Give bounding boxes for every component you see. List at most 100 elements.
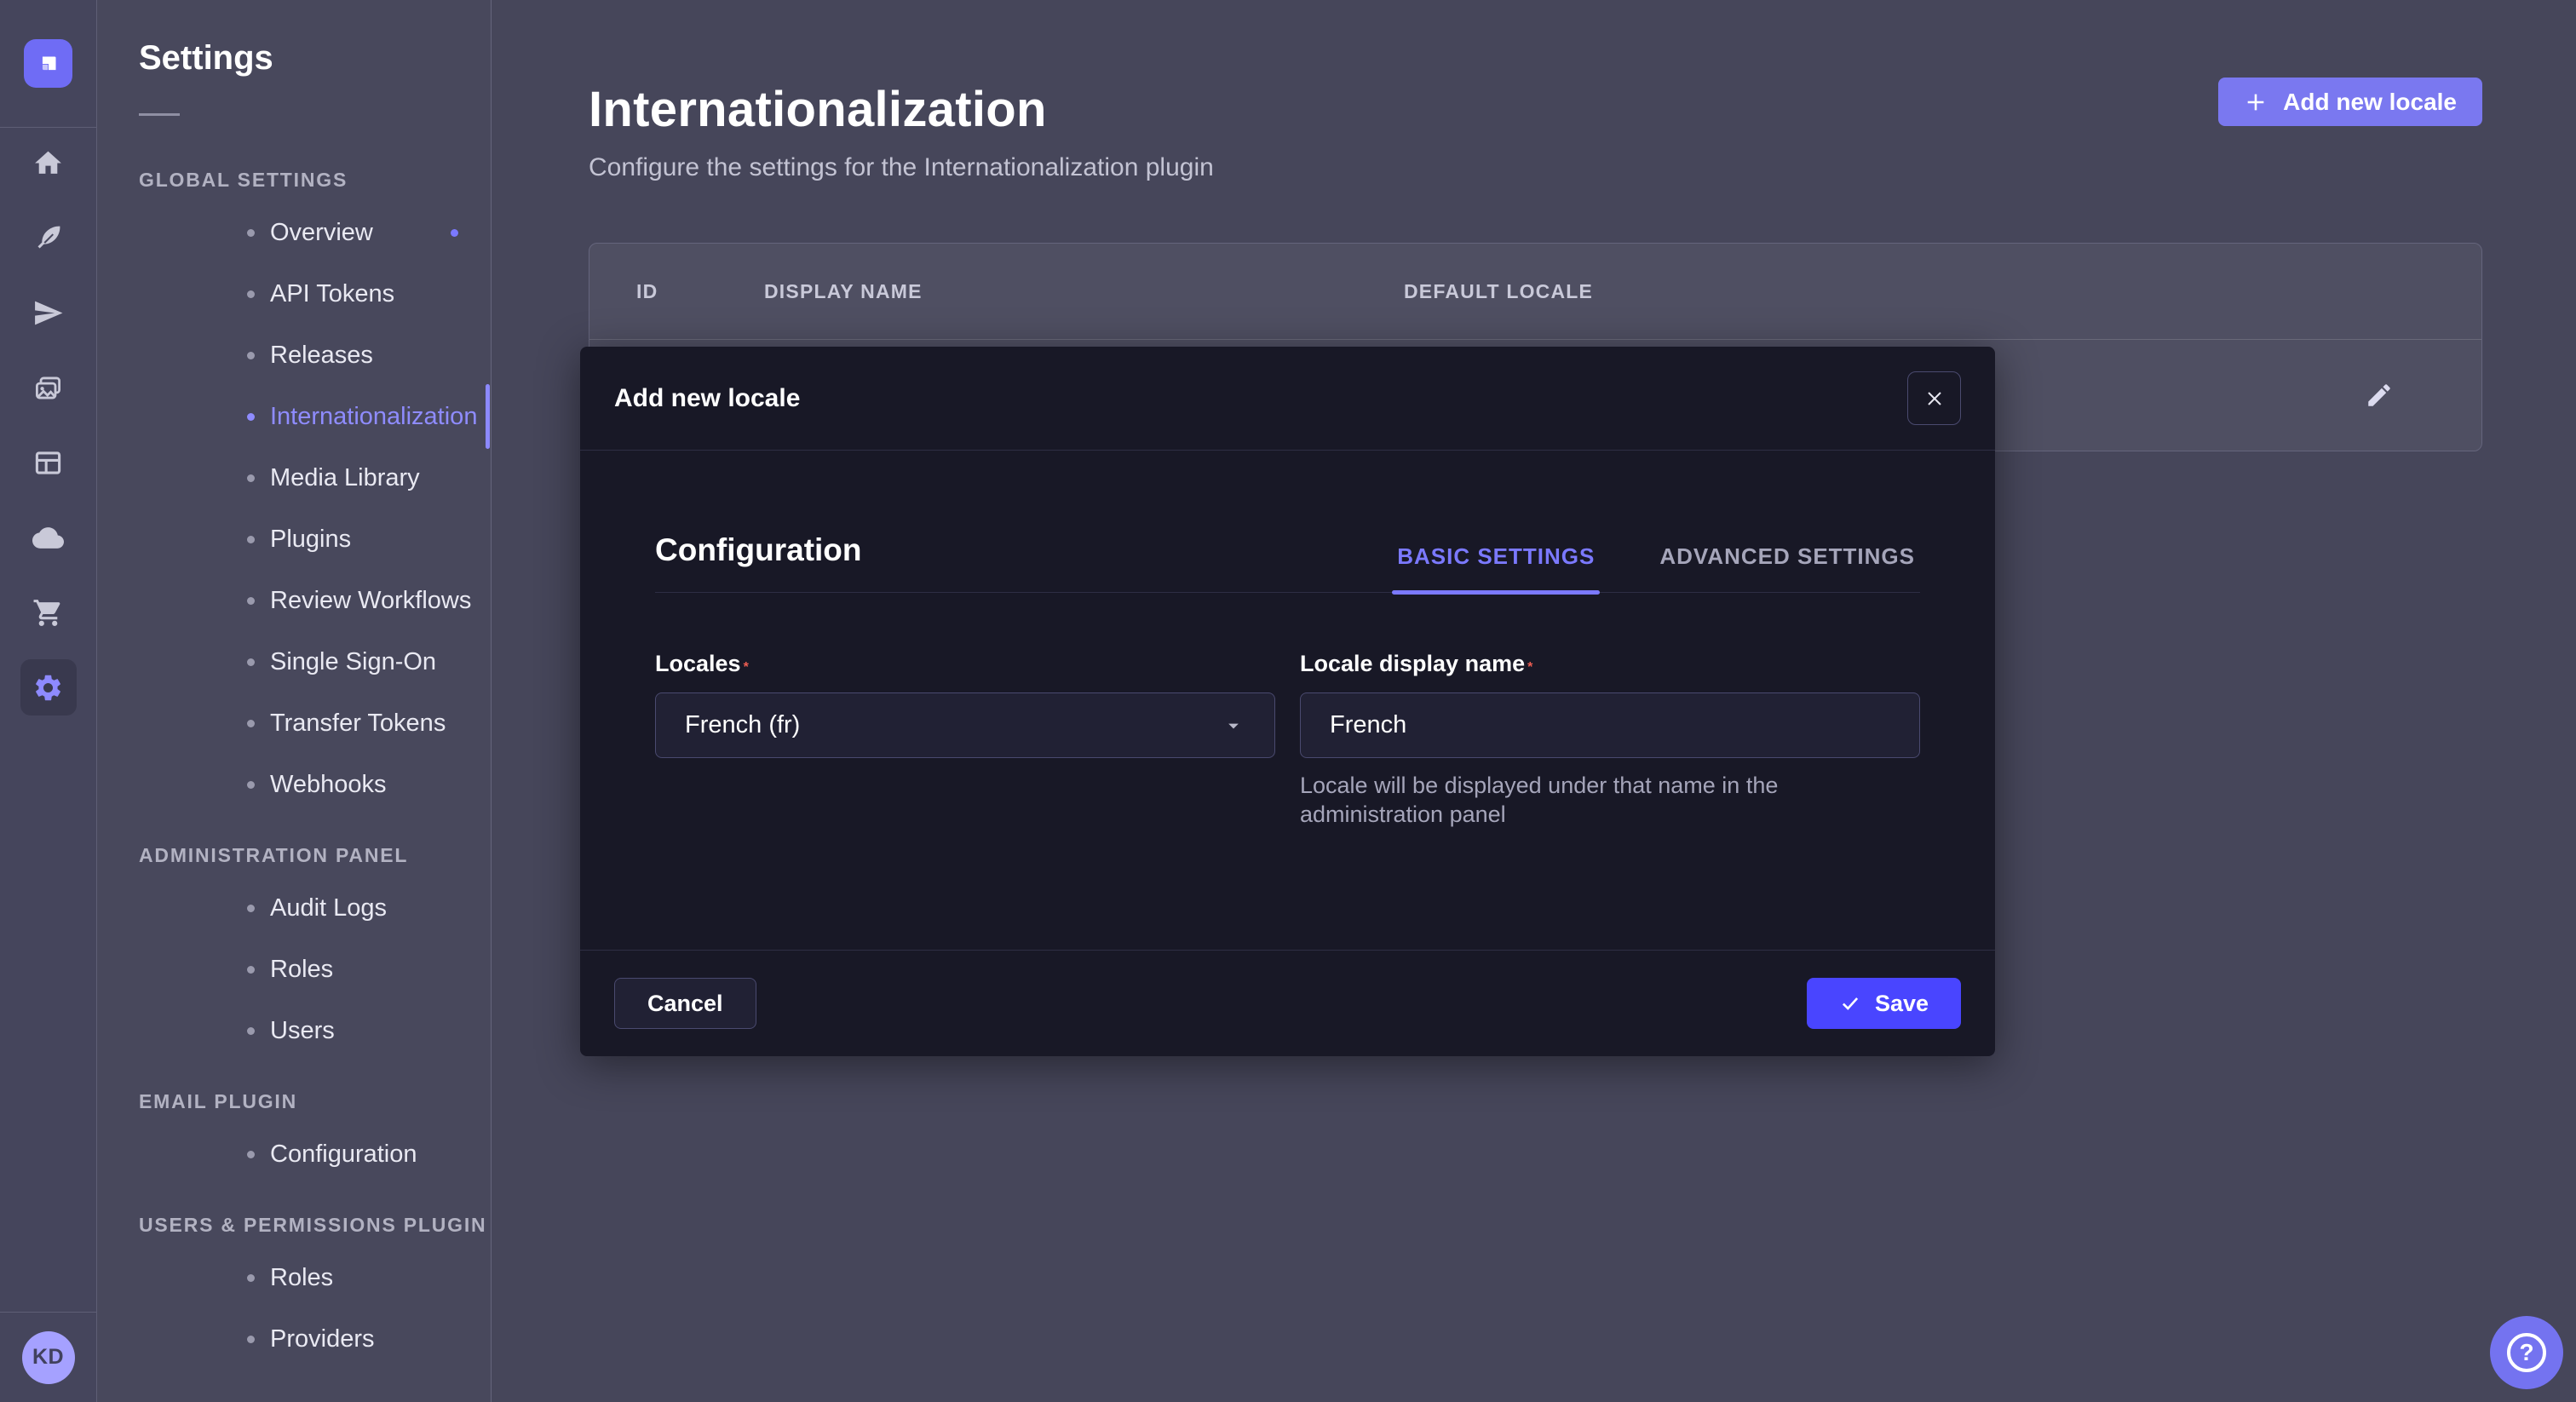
bullet-icon (247, 597, 255, 605)
save-button[interactable]: Save (1807, 978, 1961, 1029)
bullet-icon (247, 966, 255, 974)
sidebar-item-label: Users (270, 1017, 335, 1045)
cancel-button[interactable]: Cancel (614, 978, 756, 1029)
bullet-icon (247, 290, 255, 298)
edit-locale-button[interactable] (2358, 374, 2401, 417)
media-pictures-icon[interactable] (20, 359, 77, 416)
help-question-icon: ? (2507, 1333, 2546, 1372)
add-new-locale-button[interactable]: Add new locale (2218, 78, 2482, 126)
marketplace-cart-icon[interactable] (20, 584, 77, 641)
sidebar-item-label: API Tokens (270, 280, 394, 308)
active-item-indicator (486, 384, 490, 449)
display-name-input[interactable] (1300, 692, 1920, 758)
add-new-locale-label: Add new locale (2283, 89, 2457, 116)
bullet-icon (247, 781, 255, 789)
global-settings-list: Overview API Tokens Releases Internation… (247, 202, 491, 815)
tab-advanced-settings-label: ADVANCED SETTINGS (1659, 543, 1915, 569)
bullet-icon (247, 352, 255, 359)
sidebar-item-api-tokens[interactable]: API Tokens (247, 263, 491, 325)
configuration-header-row: Configuration BASIC SETTINGS ADVANCED SE… (655, 532, 1920, 593)
bullet-icon (247, 474, 255, 482)
sidebar-item-webhooks[interactable]: Webhooks (247, 754, 491, 815)
tab-basic-settings[interactable]: BASIC SETTINGS (1392, 543, 1600, 592)
sidebar-item-label: Plugins (270, 526, 351, 554)
cloud-icon[interactable] (20, 509, 77, 566)
column-header-display-name: DISPLAY NAME (764, 280, 1404, 303)
paper-plane-icon[interactable] (20, 284, 77, 341)
sidebar-item-internationalization[interactable]: Internationalization (247, 386, 491, 447)
bullet-icon (247, 658, 255, 666)
locales-select-value: French (fr) (685, 711, 800, 739)
rail-footer: KD (0, 1312, 96, 1402)
settings-sidebar: Settings GLOBAL SETTINGS Overview API To… (97, 0, 492, 1402)
sidebar-item-email-configuration[interactable]: Configuration (247, 1123, 491, 1185)
tab-advanced-settings[interactable]: ADVANCED SETTINGS (1654, 543, 1920, 592)
layout-icon[interactable] (20, 434, 77, 491)
section-label-email-plugin: EMAIL PLUGIN (139, 1090, 491, 1113)
sidebar-item-label: Overview (270, 219, 373, 247)
sidebar-item-label: Providers (270, 1325, 375, 1353)
sidebar-item-single-sign-on[interactable]: Single Sign-On (247, 631, 491, 692)
sidebar-item-label: Media Library (270, 464, 420, 492)
modal-fields-row: Locales * French (fr) Locale display name… (655, 651, 1920, 853)
close-icon (1924, 388, 1945, 409)
locales-field-label: Locales (655, 651, 741, 676)
bullet-icon (247, 1274, 255, 1282)
modal-footer: Cancel Save (580, 950, 1995, 1056)
bullet-icon (247, 229, 255, 237)
chevron-down-icon (1222, 714, 1245, 738)
sidebar-item-label: Audit Logs (270, 894, 387, 922)
feather-icon[interactable] (20, 210, 77, 266)
sidebar-item-label: Releases (270, 342, 373, 370)
locales-select[interactable]: French (fr) (655, 692, 1275, 758)
sidebar-item-overview[interactable]: Overview (247, 202, 491, 263)
sidebar-item-label: Roles (270, 956, 333, 984)
sidebar-item-up-roles[interactable]: Roles (247, 1247, 491, 1308)
help-button[interactable]: ? (2490, 1316, 2563, 1389)
display-name-field: Locale display name* Locale will be disp… (1300, 651, 1920, 853)
users-permissions-list: Roles Providers (247, 1247, 491, 1370)
settings-gear-icon[interactable] (20, 659, 77, 715)
column-header-id: ID (636, 280, 764, 303)
sidebar-item-audit-logs[interactable]: Audit Logs (247, 877, 491, 939)
check-icon (1839, 992, 1861, 1014)
section-label-global-settings: GLOBAL SETTINGS (139, 169, 491, 192)
strapi-logo-glyph (34, 49, 63, 78)
sidebar-item-label: Single Sign-On (270, 648, 436, 676)
rail-nav (20, 135, 77, 715)
bullet-icon (247, 720, 255, 727)
email-plugin-list: Configuration (247, 1123, 491, 1185)
sidebar-item-transfer-tokens[interactable]: Transfer Tokens (247, 692, 491, 754)
sidebar-item-up-providers[interactable]: Providers (247, 1308, 491, 1370)
modal-title: Add new locale (614, 384, 800, 413)
add-new-locale-modal: Add new locale Configuration BASIC SETTI… (580, 347, 1995, 1056)
logo-section (0, 0, 96, 128)
sidebar-item-admin-roles[interactable]: Roles (247, 939, 491, 1000)
sidebar-item-review-workflows[interactable]: Review Workflows (247, 570, 491, 631)
sidebar-item-admin-users[interactable]: Users (247, 1000, 491, 1061)
modal-body: Configuration BASIC SETTINGS ADVANCED SE… (580, 451, 1995, 950)
bullet-icon (247, 1336, 255, 1343)
sidebar-item-plugins[interactable]: Plugins (247, 509, 491, 570)
strapi-logo-icon[interactable] (24, 39, 72, 88)
bullet-icon (247, 413, 255, 421)
configuration-title: Configuration (655, 532, 862, 568)
sidebar-item-releases[interactable]: Releases (247, 325, 491, 386)
sidebar-item-label: Configuration (270, 1141, 417, 1169)
user-avatar[interactable]: KD (22, 1331, 75, 1384)
page-header: Internationalization Configure the setti… (589, 51, 2482, 182)
required-asterisk: * (1527, 660, 1532, 675)
home-icon[interactable] (20, 135, 77, 191)
sidebar-item-label: Webhooks (270, 771, 387, 799)
section-label-users-permissions-plugin: USERS & PERMISSIONS PLUGIN (139, 1214, 491, 1237)
icon-rail: KD (0, 0, 97, 1402)
sidebar-item-media-library[interactable]: Media Library (247, 447, 491, 509)
modal-close-button[interactable] (1907, 371, 1961, 425)
pencil-icon (2365, 381, 2394, 410)
sidebar-item-label: Roles (270, 1264, 333, 1292)
tab-basic-settings-label: BASIC SETTINGS (1397, 543, 1595, 569)
sidebar-item-label: Review Workflows (270, 587, 471, 615)
page-subtitle: Configure the settings for the Internati… (589, 153, 2482, 182)
modal-tabs: BASIC SETTINGS ADVANCED SETTINGS (1337, 543, 1920, 592)
sidebar-item-label: Transfer Tokens (270, 710, 446, 738)
